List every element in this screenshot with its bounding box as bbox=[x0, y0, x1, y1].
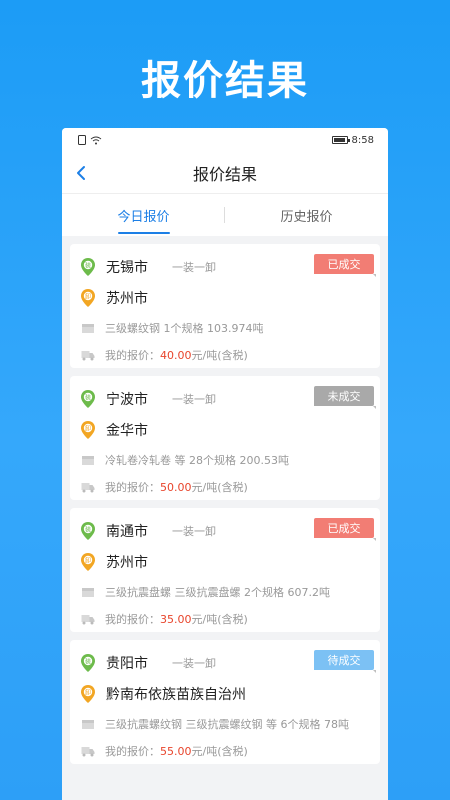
truck-icon bbox=[81, 747, 95, 757]
goods-summary: 冷轧卷冷轧卷 等 28个规格 200.53吨 bbox=[105, 454, 289, 467]
quote-card[interactable]: 未成交 装 宁波市 一装一卸 卸 金华市 冷轧卷冷轧卷 等 28个规格 200.… bbox=[70, 376, 380, 500]
load-type: 一装一卸 bbox=[172, 525, 216, 538]
load-type: 一装一卸 bbox=[172, 261, 216, 274]
hero-title: 报价结果 bbox=[141, 58, 309, 104]
green-pin-icon: 装 bbox=[81, 390, 95, 408]
origin-city: 无锡市 bbox=[106, 260, 148, 276]
tab-bar: 今日报价 历史报价 bbox=[62, 194, 388, 236]
nav-bar: 报价结果 bbox=[62, 152, 388, 194]
destination-city: 金华市 bbox=[106, 423, 148, 439]
status-badge: 已成交 bbox=[314, 254, 376, 277]
status-time: 8:58 bbox=[351, 134, 374, 146]
price-unit: 元/吨(含税) bbox=[191, 613, 248, 626]
green-pin-icon: 装 bbox=[81, 522, 95, 540]
orange-pin-icon: 卸 bbox=[81, 289, 95, 307]
origin-city: 贵阳市 bbox=[106, 656, 148, 672]
green-pin-icon: 装 bbox=[81, 258, 95, 276]
price-label: 我的报价： bbox=[105, 613, 160, 626]
svg-text:卸: 卸 bbox=[85, 292, 91, 300]
price-label: 我的报价： bbox=[105, 745, 160, 758]
goods-summary: 三级螺纹钢 1个规格 103.974吨 bbox=[105, 322, 264, 335]
load-type: 一装一卸 bbox=[172, 393, 216, 406]
goods-summary: 三级抗震螺纹钢 三级抗震螺纹钢 等 6个规格 78吨 bbox=[105, 718, 349, 731]
svg-text:装: 装 bbox=[85, 657, 91, 665]
status-badge: 待成交 bbox=[314, 650, 376, 673]
load-type: 一装一卸 bbox=[172, 657, 216, 670]
orange-pin-icon: 卸 bbox=[81, 553, 95, 571]
box-icon bbox=[82, 456, 94, 465]
price-label: 我的报价： bbox=[105, 349, 160, 362]
green-pin-icon: 装 bbox=[81, 654, 95, 672]
battery-icon bbox=[331, 136, 350, 144]
tab-today-quotes[interactable]: 今日报价 bbox=[62, 194, 225, 236]
destination-city: 黔南布依族苗族自治州 bbox=[106, 687, 246, 703]
quote-card[interactable]: 已成交 装 无锡市 一装一卸 卸 苏州市 三级螺纹钢 1个规格 103.974吨… bbox=[70, 244, 380, 368]
price-value: 35.00 bbox=[160, 613, 192, 626]
box-icon bbox=[82, 588, 94, 597]
destination-city: 苏州市 bbox=[106, 555, 148, 571]
svg-text:装: 装 bbox=[85, 525, 91, 533]
svg-text:装: 装 bbox=[85, 261, 91, 269]
wifi-icon bbox=[90, 136, 102, 144]
status-badge: 已成交 bbox=[314, 518, 376, 541]
svg-text:卸: 卸 bbox=[85, 688, 91, 696]
quote-card[interactable]: 待成交 装 贵阳市 一装一卸 卸 黔南布依族苗族自治州 三级抗震螺纹钢 三级抗震… bbox=[70, 640, 380, 764]
status-badge: 未成交 bbox=[314, 386, 376, 409]
price-unit: 元/吨(含税) bbox=[191, 745, 248, 758]
sim-icon bbox=[78, 135, 86, 145]
price-label: 我的报价： bbox=[105, 481, 160, 494]
page-title: 报价结果 bbox=[192, 164, 257, 184]
svg-text:卸: 卸 bbox=[85, 424, 91, 432]
quote-list: 已成交 装 无锡市 一装一卸 卸 苏州市 三级螺纹钢 1个规格 103.974吨… bbox=[62, 236, 388, 764]
origin-city: 宁波市 bbox=[106, 392, 148, 408]
chevron-left-icon[interactable] bbox=[72, 162, 92, 184]
status-bar: 8:58 bbox=[62, 128, 388, 152]
truck-icon bbox=[81, 351, 95, 361]
svg-text:装: 装 bbox=[85, 393, 91, 401]
quote-card[interactable]: 已成交 装 南通市 一装一卸 卸 苏州市 三级抗震盘螺 三级抗震盘螺 2个规格 … bbox=[70, 508, 380, 632]
price-value: 50.00 bbox=[160, 481, 192, 494]
origin-city: 南通市 bbox=[106, 524, 148, 540]
price-value: 55.00 bbox=[160, 745, 192, 758]
price-unit: 元/吨(含税) bbox=[191, 349, 248, 362]
orange-pin-icon: 卸 bbox=[81, 421, 95, 439]
truck-icon bbox=[81, 483, 95, 493]
box-icon bbox=[82, 324, 94, 333]
goods-summary: 三级抗震盘螺 三级抗震盘螺 2个规格 607.2吨 bbox=[105, 586, 330, 599]
destination-city: 苏州市 bbox=[106, 291, 148, 307]
box-icon bbox=[82, 720, 94, 729]
price-unit: 元/吨(含税) bbox=[191, 481, 248, 494]
orange-pin-icon: 卸 bbox=[81, 685, 95, 703]
price-value: 40.00 bbox=[160, 349, 192, 362]
tab-history-quotes[interactable]: 历史报价 bbox=[225, 194, 388, 236]
svg-text:卸: 卸 bbox=[85, 556, 91, 564]
phone-screen: 8:58 报价结果 今日报价 历史报价 已成交 装 无锡市 一装一卸 卸 苏州市 bbox=[62, 128, 388, 800]
truck-icon bbox=[81, 615, 95, 625]
